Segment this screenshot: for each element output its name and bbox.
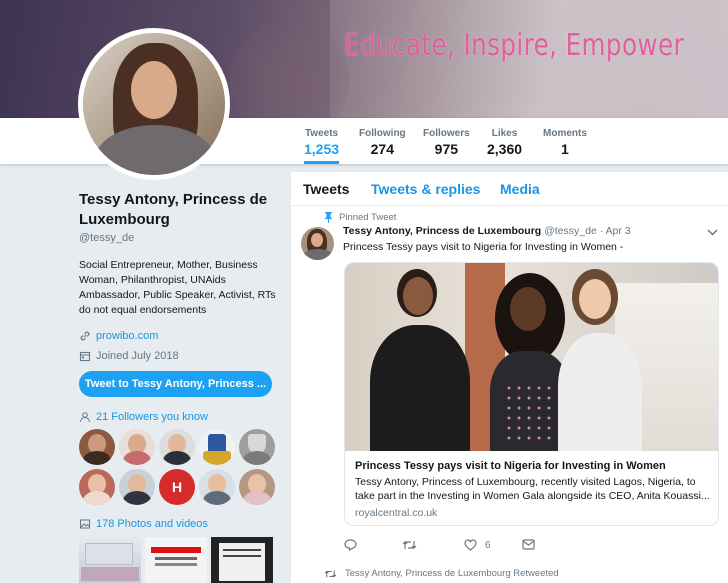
retweet-context-label[interactable]: Tessy Antony, Princess de Luxembourg Ret… — [345, 568, 559, 579]
retweet-icon — [402, 541, 417, 549]
follower-avatar[interactable] — [199, 429, 235, 465]
nav-tweets[interactable]: Tweets 1,253 — [304, 128, 340, 164]
tweet-date[interactable]: · Apr 3 — [600, 225, 631, 237]
photo-thumbnail[interactable] — [79, 537, 141, 583]
profile-joined: Joined July 2018 — [79, 350, 279, 362]
profile-name[interactable]: Tessy Antony, Princess de Luxembourg — [79, 190, 279, 230]
follower-avatar[interactable] — [119, 469, 155, 505]
tab-tweets-replies[interactable]: Tweets & replies — [371, 181, 480, 197]
retweet-button[interactable] — [402, 539, 417, 551]
chevron-down-icon — [707, 229, 718, 236]
nav-likes[interactable]: Likes 2,360 — [487, 128, 522, 157]
tab-tweets[interactable]: Tweets — [303, 181, 349, 197]
profile-website: prowibo.com — [79, 330, 279, 342]
nav-likes-count: 2,360 — [487, 141, 523, 157]
profile-avatar[interactable] — [78, 28, 230, 180]
tweet-author-name[interactable]: Tessy Antony, Princess de Luxembourg — [343, 225, 541, 237]
photo-thumbnail[interactable] — [145, 537, 207, 583]
nav-following-label: Following — [359, 128, 406, 139]
like-icon — [464, 539, 477, 551]
link-preview-card[interactable]: Princess Tessy pays visit to Nigeria for… — [344, 262, 719, 526]
nav-tweets-label: Tweets — [304, 128, 339, 139]
direct-message-button[interactable] — [522, 539, 535, 550]
follower-avatar[interactable]: H — [159, 469, 195, 505]
follower-avatar[interactable] — [239, 429, 275, 465]
timeline: Tweets Tweets & replies Media Pinned Twe… — [291, 172, 728, 583]
website-link[interactable]: prowibo.com — [96, 330, 158, 342]
like-count: 6 — [485, 539, 491, 551]
timeline-tabs: Tweets Tweets & replies Media — [291, 172, 728, 206]
retweet-icon — [324, 570, 337, 577]
calendar-icon — [79, 351, 91, 362]
nav-moments[interactable]: Moments 1 — [543, 128, 587, 157]
nav-tweets-count: 1,253 — [304, 141, 340, 157]
tweet-header: Tessy Antony, Princess de Luxembourg @te… — [343, 225, 631, 237]
follower-avatar[interactable] — [239, 469, 275, 505]
photo-thumbnails — [79, 537, 273, 583]
photos-videos-link[interactable]: 178 Photos and videos — [79, 518, 208, 530]
followers-you-know-grid: H — [79, 429, 279, 505]
reply-icon — [344, 539, 357, 551]
card-domain: royalcentral.co.uk — [355, 507, 438, 519]
follower-avatar[interactable] — [79, 469, 115, 505]
tweet-text: Princess Tessy pays visit to Nigeria for… — [343, 241, 624, 253]
profile-handle[interactable]: @tessy_de — [79, 232, 279, 244]
follower-avatar[interactable] — [199, 469, 235, 505]
nav-likes-label: Likes — [491, 128, 518, 139]
nav-followers[interactable]: Followers 975 — [423, 128, 470, 157]
retweet-context-row: Tessy Antony, Princess de Luxembourg Ret… — [324, 568, 559, 579]
followers-you-know-label: 21 Followers you know — [96, 411, 208, 423]
nav-following[interactable]: Following 274 — [359, 128, 406, 157]
tweet-author-avatar[interactable] — [301, 227, 334, 260]
follower-avatar[interactable] — [159, 429, 195, 465]
pin-icon — [324, 212, 333, 223]
nav-followers-label: Followers — [423, 128, 470, 139]
nav-followers-count: 975 — [434, 141, 459, 157]
card-title: Princess Tessy pays visit to Nigeria for… — [355, 460, 666, 472]
tweet-author-handle[interactable]: @tessy_de — [544, 225, 597, 237]
message-icon — [522, 539, 535, 550]
people-icon — [80, 412, 90, 423]
like-button[interactable]: 6 — [464, 539, 491, 551]
tab-media[interactable]: Media — [500, 181, 540, 197]
pinned-tweet[interactable]: Pinned Tweet Tessy Antony, Princess de L… — [291, 207, 728, 562]
nav-moments-count: 1 — [561, 141, 569, 157]
profile-card: Tessy Antony, Princess de Luxembourg @te… — [79, 190, 279, 362]
profile-bio: Social Entrepreneur, Mother, Business Wo… — [79, 259, 276, 316]
photo-thumbnail[interactable] — [211, 537, 273, 583]
photos-videos-label: 178 Photos and videos — [96, 518, 208, 530]
nav-moments-label: Moments — [543, 128, 587, 139]
followers-you-know-link[interactable]: 21 Followers you know — [79, 411, 208, 423]
tweet-menu-button[interactable] — [707, 227, 718, 239]
reply-button[interactable] — [344, 539, 357, 551]
joined-text: Joined July 2018 — [96, 350, 179, 362]
follower-avatar[interactable] — [119, 429, 155, 465]
pinned-label: Pinned Tweet — [339, 212, 397, 223]
banner-slogan: Educate, Inspire, Empower — [344, 28, 685, 63]
pinned-label-row: Pinned Tweet — [324, 212, 396, 223]
tweet-actions: 6 — [344, 539, 644, 555]
tweet-to-button[interactable]: Tweet to Tessy Antony, Princess ... — [79, 371, 272, 397]
card-description: Tessy Antony, Princess of Luxembourg, re… — [355, 476, 710, 502]
nav-following-count: 274 — [370, 141, 394, 157]
photo-icon — [80, 519, 90, 529]
follower-avatar[interactable] — [79, 429, 115, 465]
link-icon — [80, 331, 90, 341]
card-image — [345, 263, 718, 451]
